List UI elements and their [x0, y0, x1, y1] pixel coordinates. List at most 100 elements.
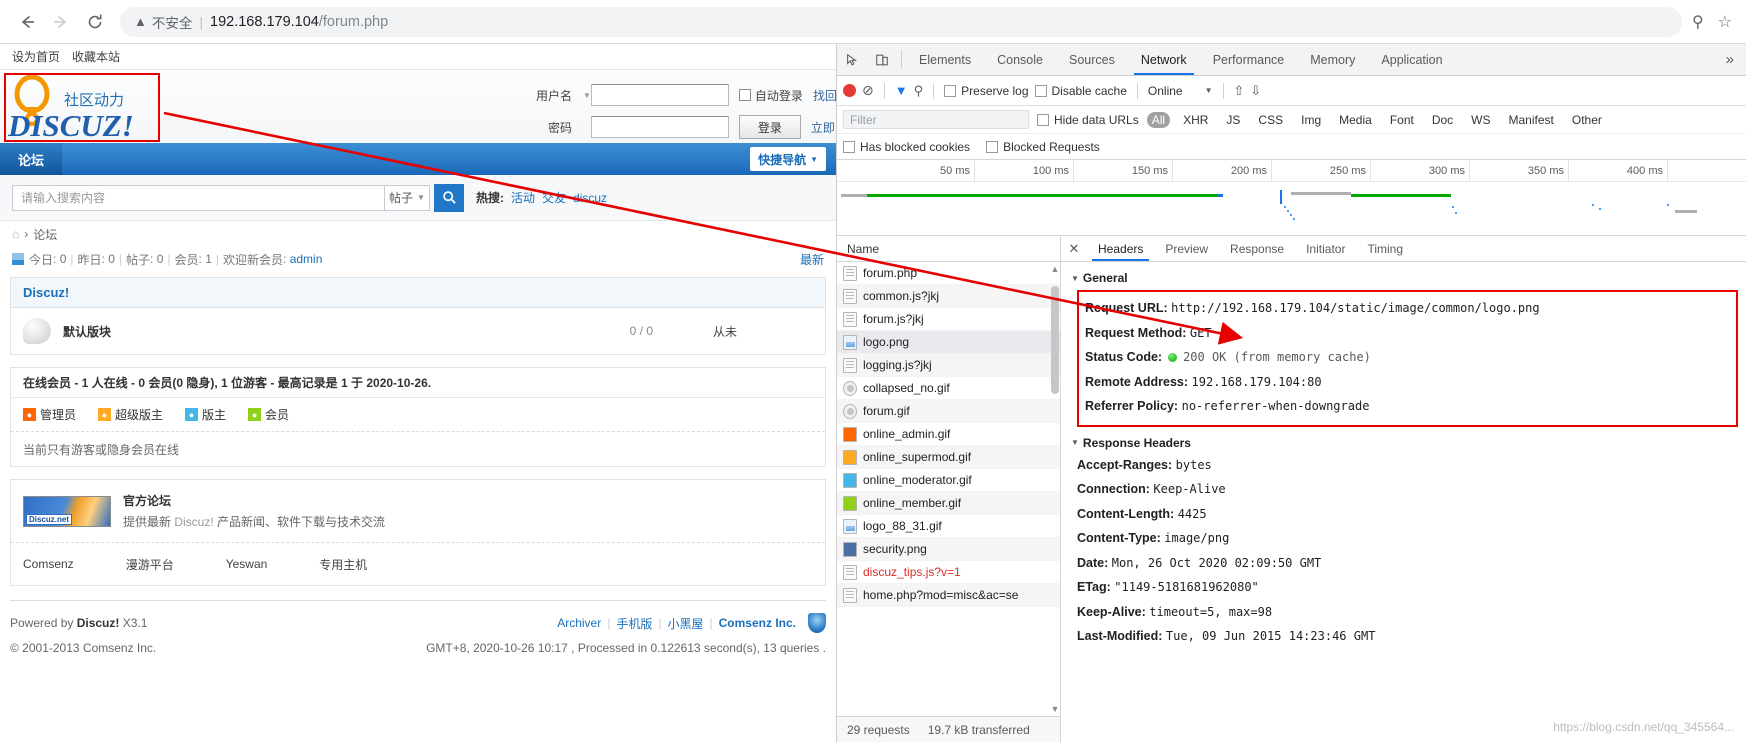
has-blocked-cookies-checkbox[interactable]: Has blocked cookies: [843, 140, 970, 154]
device-toolbar-icon[interactable]: [867, 44, 897, 75]
nav-item-forum[interactable]: 论坛: [0, 143, 63, 175]
footer-link-comsenz[interactable]: Comsenz Inc.: [719, 616, 796, 630]
throttling-select[interactable]: Online ▼: [1148, 84, 1213, 98]
zoom-search-icon[interactable]: ⚲: [1692, 12, 1704, 32]
table-row[interactable]: online_admin.gif: [837, 423, 1060, 446]
table-row[interactable]: forum.js?jkj: [837, 308, 1060, 331]
filter-type-manifest[interactable]: Manifest: [1504, 112, 1559, 128]
table-row[interactable]: forum.php: [837, 262, 1060, 285]
filter-type-img[interactable]: Img: [1296, 112, 1326, 128]
table-row[interactable]: logo.png: [837, 331, 1060, 354]
tab-elements[interactable]: Elements: [906, 44, 984, 75]
quick-nav-button[interactable]: 快捷导航 ▼: [750, 147, 826, 171]
filter-type-font[interactable]: Font: [1385, 112, 1419, 128]
inspect-element-icon[interactable]: [837, 44, 867, 75]
filter-type-all[interactable]: All: [1146, 111, 1171, 128]
find-password-link[interactable]: 找回: [813, 87, 836, 104]
table-row[interactable]: online_supermod.gif: [837, 446, 1060, 469]
table-row[interactable]: discuz_tips.js?v=1: [837, 561, 1060, 584]
table-row[interactable]: security.png: [837, 538, 1060, 561]
scroll-up-icon[interactable]: ▲: [1050, 264, 1060, 274]
hot-search-item-1[interactable]: 交友: [542, 189, 566, 206]
bookmark-star-icon[interactable]: ☆: [1718, 12, 1732, 32]
forward-button[interactable]: [44, 5, 78, 39]
general-section-title[interactable]: ▼ General: [1061, 268, 1746, 288]
bookmark-item-1[interactable]: 收藏本站: [72, 48, 120, 65]
clear-network-icon[interactable]: ⊘: [862, 82, 874, 99]
blocked-requests-checkbox[interactable]: Blocked Requests: [986, 140, 1100, 154]
password-input[interactable]: [590, 116, 729, 138]
home-icon[interactable]: ⌂: [12, 227, 19, 241]
tab-console[interactable]: Console: [984, 44, 1056, 75]
import-har-icon[interactable]: ⇧: [1234, 83, 1245, 99]
tab-application[interactable]: Application: [1368, 44, 1455, 75]
hot-search-item-2[interactable]: discuz: [573, 191, 607, 205]
filter-type-xhr[interactable]: XHR: [1178, 112, 1213, 128]
request-list-body[interactable]: forum.php common.js?jkj forum.js?jkj log…: [837, 262, 1060, 716]
export-har-icon[interactable]: ⇩: [1250, 83, 1261, 99]
filter-input[interactable]: Filter: [843, 110, 1029, 129]
request-list-header[interactable]: Name: [837, 236, 1060, 262]
back-button[interactable]: [10, 5, 44, 39]
reload-button[interactable]: [78, 5, 112, 39]
forum-name[interactable]: 默认版块: [63, 323, 111, 340]
response-section-title[interactable]: ▼ Response Headers: [1061, 433, 1746, 453]
close-icon[interactable]: ✕: [1061, 236, 1087, 261]
table-row[interactable]: logo_88_31.gif: [837, 515, 1060, 538]
tab-performance[interactable]: Performance: [1200, 44, 1298, 75]
address-bar[interactable]: ▲ 不安全 | 192.168.179.104/forum.php: [120, 6, 1682, 37]
network-overview-timeline[interactable]: 50 ms 100 ms 150 ms 200 ms 250 ms 300 ms…: [837, 160, 1746, 236]
register-link[interactable]: 立即: [811, 119, 835, 136]
breadcrumb-current[interactable]: 论坛: [33, 226, 57, 243]
search-icon[interactable]: ⚲: [914, 83, 924, 99]
partner-link-3[interactable]: 专用主机: [319, 556, 367, 573]
request-list-scrollbar[interactable]: [1051, 286, 1059, 394]
disable-cache-checkbox[interactable]: Disable cache: [1034, 84, 1127, 98]
newest-link[interactable]: 最新: [800, 251, 824, 268]
filter-type-css[interactable]: CSS: [1253, 112, 1288, 128]
filter-type-doc[interactable]: Doc: [1427, 112, 1458, 128]
filter-funnel-icon[interactable]: ▼: [895, 83, 908, 98]
forum-row[interactable]: 默认版块 0 / 0 从未: [11, 308, 825, 354]
partner-link-0[interactable]: Comsenz: [23, 557, 74, 571]
table-row[interactable]: online_moderator.gif: [837, 469, 1060, 492]
autologin-checkbox[interactable]: 自动登录: [738, 87, 803, 104]
filter-type-other[interactable]: Other: [1567, 112, 1607, 128]
table-row[interactable]: forum.gif: [837, 400, 1060, 423]
table-row[interactable]: home.php?mod=misc&ac=se: [837, 584, 1060, 607]
security-shield-icon[interactable]: [808, 613, 826, 633]
stat-welcome-value[interactable]: admin: [290, 252, 323, 266]
filter-type-js[interactable]: JS: [1221, 112, 1245, 128]
partner-link-2[interactable]: Yeswan: [226, 557, 268, 571]
discuz-logo[interactable]: 社区动力 DISCUZ!: [6, 74, 158, 140]
tab-sources[interactable]: Sources: [1056, 44, 1128, 75]
tab-network[interactable]: Network: [1128, 44, 1200, 75]
login-button[interactable]: 登录: [738, 115, 801, 139]
detail-tab-response[interactable]: Response: [1219, 236, 1295, 261]
footer-link-blackroom[interactable]: 小黑屋: [668, 615, 704, 632]
hide-data-urls-checkbox[interactable]: Hide data URLs: [1037, 113, 1139, 127]
preserve-log-checkbox[interactable]: Preserve log: [944, 84, 1029, 98]
tab-memory[interactable]: Memory: [1297, 44, 1368, 75]
scroll-down-icon[interactable]: ▼: [1050, 704, 1060, 714]
search-input[interactable]: 请输入搜索内容: [12, 184, 384, 211]
search-scope-select[interactable]: 帖子 ▼: [384, 184, 430, 211]
detail-tab-preview[interactable]: Preview: [1154, 236, 1219, 261]
footer-link-archiver[interactable]: Archiver: [557, 616, 601, 630]
record-stop-icon[interactable]: [843, 84, 856, 97]
search-button[interactable]: [434, 183, 464, 212]
detail-tab-initiator[interactable]: Initiator: [1295, 236, 1356, 261]
detail-tab-headers[interactable]: Headers: [1087, 236, 1154, 261]
table-row[interactable]: collapsed_no.gif: [837, 377, 1060, 400]
footer-link-mobile[interactable]: 手机版: [616, 615, 652, 632]
table-row[interactable]: online_member.gif: [837, 492, 1060, 515]
discuz-net-banner-icon[interactable]: Discuz.net: [23, 495, 111, 527]
username-input[interactable]: [590, 84, 729, 106]
detail-tab-timing[interactable]: Timing: [1356, 236, 1414, 261]
chevron-double-right-icon[interactable]: »: [1714, 44, 1746, 75]
username-dropdown-icon[interactable]: ▼: [583, 91, 591, 100]
filter-type-media[interactable]: Media: [1334, 112, 1377, 128]
partner-title[interactable]: 官方论坛: [123, 492, 385, 509]
filter-type-ws[interactable]: WS: [1466, 112, 1495, 128]
table-row[interactable]: logging.js?jkj: [837, 354, 1060, 377]
